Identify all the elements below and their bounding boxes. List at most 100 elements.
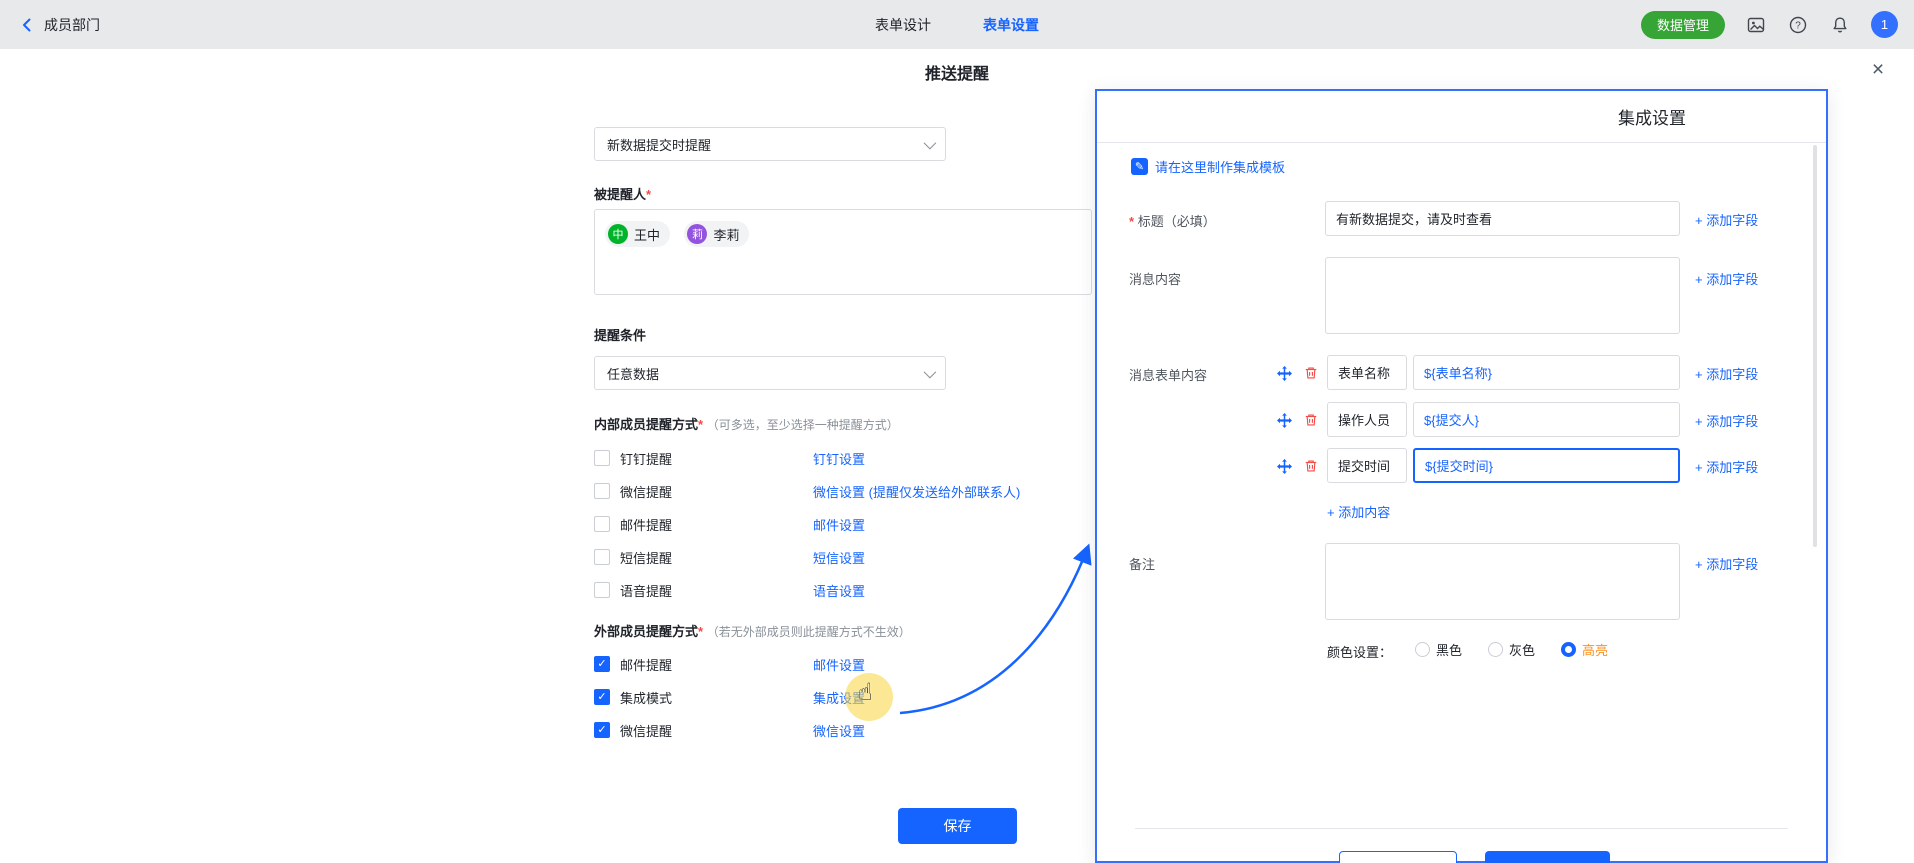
add-field-link[interactable]: + 添加字段 [1695, 411, 1758, 430]
radio-icon-selected[interactable] [1561, 642, 1576, 657]
reminder-row: 短信提醒 短信设置 [594, 547, 1074, 567]
add-field-link[interactable]: + 添加字段 [1695, 364, 1758, 383]
header-tabs: 表单设计 表单设置 [875, 15, 1039, 35]
title-field-label: * 标题（必填） [1129, 211, 1216, 230]
reminder-row: 钉钉提醒 钉钉设置 [594, 448, 1074, 468]
internal-section-title: 内部成员提醒方式* （可多选，至少选择一种提醒方式） [594, 414, 899, 433]
required-asterisk: * [698, 417, 703, 432]
color-option-gray[interactable]: 灰色 [1488, 640, 1535, 659]
table-value-input[interactable] [1413, 355, 1680, 390]
reminder-label: 微信提醒 [620, 721, 672, 740]
condition-label: 提醒条件 [594, 325, 646, 344]
back-button[interactable]: 成员部门 [18, 15, 100, 35]
settings-link[interactable]: 微信设置 [813, 721, 865, 740]
recipient-tag[interactable]: 莉 李莉 [684, 221, 749, 247]
condition-select[interactable]: 任意数据 [594, 356, 946, 390]
required-asterisk: * [646, 187, 651, 202]
reminder-checkbox-checked[interactable] [594, 689, 610, 705]
integration-settings-panel: 集成设置 请在这里制作集成模板 * 标题（必填） + 添加字段 消息内容 + 添… [1095, 89, 1828, 863]
radio-label: 黑色 [1436, 640, 1462, 659]
back-icon [18, 16, 36, 34]
panel-footer-divider [1135, 828, 1788, 829]
move-handle-icon[interactable] [1275, 364, 1293, 382]
condition-select-value: 任意数据 [607, 364, 659, 383]
trigger-select[interactable]: 新数据提交时提醒 [594, 127, 946, 161]
settings-link[interactable]: 语音设置 [813, 581, 865, 600]
reminder-checkbox[interactable] [594, 450, 610, 466]
data-manage-button[interactable]: 数据管理 [1641, 11, 1725, 39]
reminder-row: 微信提醒 微信设置 [594, 720, 1074, 740]
recipient-tag[interactable]: 中 王中 [605, 221, 670, 247]
table-value-input[interactable] [1413, 402, 1680, 437]
panel-header-divider [1097, 142, 1826, 143]
table-key-input[interactable] [1327, 448, 1407, 483]
move-handle-icon[interactable] [1275, 457, 1293, 475]
reminder-checkbox[interactable] [594, 582, 610, 598]
header-actions: 数据管理 ? 1 [1641, 11, 1898, 39]
reminder-row: 集成模式 集成设置 [594, 687, 1074, 707]
reminder-label: 邮件提醒 [620, 515, 672, 534]
recipient-avatar: 中 [608, 224, 628, 244]
chevron-down-icon [924, 365, 937, 378]
settings-link[interactable]: 短信设置 [813, 548, 865, 567]
dialog-header: 推送提醒 [0, 49, 1914, 91]
reminder-label: 语音提醒 [620, 581, 672, 600]
delete-row-icon[interactable] [1302, 411, 1320, 429]
add-field-link[interactable]: + 添加字段 [1695, 457, 1758, 476]
recipients-label-text: 被提醒人 [594, 187, 646, 202]
add-field-link[interactable]: + 添加字段 [1695, 554, 1758, 573]
add-field-link[interactable]: + 添加字段 [1695, 210, 1758, 229]
settings-link[interactable]: 钉钉设置 [813, 449, 865, 468]
title-input[interactable] [1325, 201, 1680, 236]
tab-form-settings[interactable]: 表单设置 [983, 15, 1039, 35]
reminder-row: 语音提醒 语音设置 [594, 580, 1074, 600]
color-option-black[interactable]: 黑色 [1415, 640, 1462, 659]
delete-row-icon[interactable] [1302, 457, 1320, 475]
save-button[interactable]: 保存 [898, 808, 1017, 844]
remark-textarea[interactable] [1325, 543, 1680, 620]
svg-text:?: ? [1795, 20, 1801, 31]
external-section-note: （若无外部成员则此提醒方式不生效） [707, 625, 911, 639]
radio-icon[interactable] [1488, 642, 1503, 657]
radio-icon[interactable] [1415, 642, 1430, 657]
screen: 成员部门 表单设计 表单设置 数据管理 ? 1 推送提醒 新数据提交时提醒 [0, 0, 1914, 863]
settings-link[interactable]: 微信设置 (提醒仅发送给外部联系人) [813, 482, 1020, 501]
reminder-checkbox-checked[interactable] [594, 722, 610, 738]
reminder-checkbox[interactable] [594, 516, 610, 532]
panel-secondary-button[interactable] [1339, 851, 1457, 863]
panel-primary-button[interactable] [1485, 851, 1610, 863]
panel-scrollbar[interactable] [1813, 145, 1817, 547]
reminder-label: 钉钉提醒 [620, 449, 672, 468]
reminder-checkbox[interactable] [594, 483, 610, 499]
settings-link[interactable]: 邮件设置 [813, 655, 865, 674]
reminder-row: 邮件提醒 邮件设置 [594, 654, 1074, 674]
tab-form-design[interactable]: 表单设计 [875, 15, 931, 35]
radio-label: 高亮 [1582, 640, 1608, 659]
template-hint-text: 请在这里制作集成模板 [1155, 157, 1285, 176]
reminder-checkbox-checked[interactable] [594, 656, 610, 672]
required-asterisk: * [1129, 214, 1134, 229]
close-icon[interactable] [1866, 58, 1890, 82]
color-option-highlight[interactable]: 高亮 [1561, 640, 1608, 659]
delete-row-icon[interactable] [1302, 364, 1320, 382]
reminder-label: 集成模式 [620, 688, 672, 707]
table-key-input[interactable] [1327, 402, 1407, 437]
avatar[interactable]: 1 [1871, 11, 1898, 38]
reminder-checkbox[interactable] [594, 549, 610, 565]
bell-icon[interactable] [1829, 14, 1851, 36]
message-textarea[interactable] [1325, 257, 1680, 334]
table-label: 消息表单内容 [1129, 365, 1207, 384]
title-field-label-text: 标题（必填） [1138, 214, 1216, 229]
settings-link[interactable]: 邮件设置 [813, 515, 865, 534]
add-field-link[interactable]: + 添加字段 [1695, 269, 1758, 288]
table-value-input-focused[interactable] [1413, 448, 1680, 483]
help-icon[interactable]: ? [1787, 14, 1809, 36]
move-handle-icon[interactable] [1275, 411, 1293, 429]
recipients-box[interactable]: 中 王中 莉 李莉 [594, 209, 1092, 295]
reminder-label: 短信提醒 [620, 548, 672, 567]
page-title: 推送提醒 [925, 60, 989, 84]
add-content-link[interactable]: + 添加内容 [1327, 502, 1390, 521]
gallery-icon[interactable] [1745, 14, 1767, 36]
hand-cursor-icon [858, 678, 873, 707]
table-key-input[interactable] [1327, 355, 1407, 390]
